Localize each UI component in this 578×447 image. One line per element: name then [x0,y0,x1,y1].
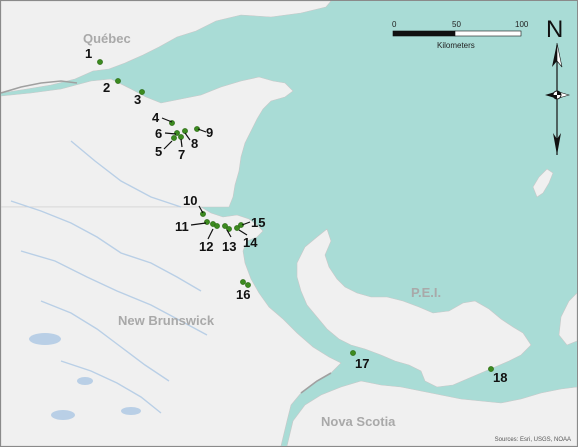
site-label-10: 10 [183,193,197,208]
map-canvas: 1 2 3 4 5 6 7 8 9 10 11 12 13 14 15 16 1… [1,1,577,446]
site-label-16: 16 [236,287,250,302]
site-label-13: 13 [222,239,236,254]
site-label-4: 4 [152,110,160,125]
scale-unit: Kilometers [437,41,475,50]
site-label-6: 6 [155,126,162,141]
scale-bar: 0 50 100 Kilometers [389,19,529,53]
region-label-new-brunswick: New Brunswick [118,313,215,328]
site-label-2: 2 [103,80,110,95]
site-marker-16a [240,279,246,285]
site-label-18: 18 [493,370,507,385]
site-marker-6 [174,130,180,136]
region-label-pei: P.E.I. [411,285,442,300]
site-label-11: 11 [175,219,189,234]
site-label-3: 3 [134,92,141,107]
scale-tick-50: 50 [452,20,461,29]
sources-credit: Sources: Esri, USGS, NOAA [494,437,571,443]
site-label-1: 1 [85,46,92,61]
scale-segment-white [454,30,522,37]
site-marker-5 [171,135,177,141]
site-marker-11 [204,219,210,225]
scale-tick-100: 100 [515,20,529,29]
site-label-17: 17 [355,356,369,371]
site-label-12: 12 [199,239,213,254]
site-marker-8 [182,128,188,134]
site-label-9: 9 [206,125,213,140]
region-label-nova-scotia: Nova Scotia [321,414,396,429]
site-label-14: 14 [243,235,258,250]
region-label-quebec: Québec [83,31,131,46]
site-marker-1 [97,59,103,65]
site-label-7: 7 [178,147,185,162]
site-marker-17 [350,350,356,356]
site-marker-7 [178,134,184,140]
site-label-5: 5 [155,144,162,159]
site-marker-2 [115,78,121,84]
site-label-15: 15 [251,215,265,230]
scale-segment-black [392,30,456,37]
scale-tick-0: 0 [392,20,397,29]
north-arrow-icon: N [541,13,571,163]
site-label-8: 8 [191,136,198,151]
site-marker-12b [214,223,220,229]
map-frame: 1 2 3 4 5 6 7 8 9 10 11 12 13 14 15 16 1… [0,0,578,447]
north-label: N [546,16,563,43]
